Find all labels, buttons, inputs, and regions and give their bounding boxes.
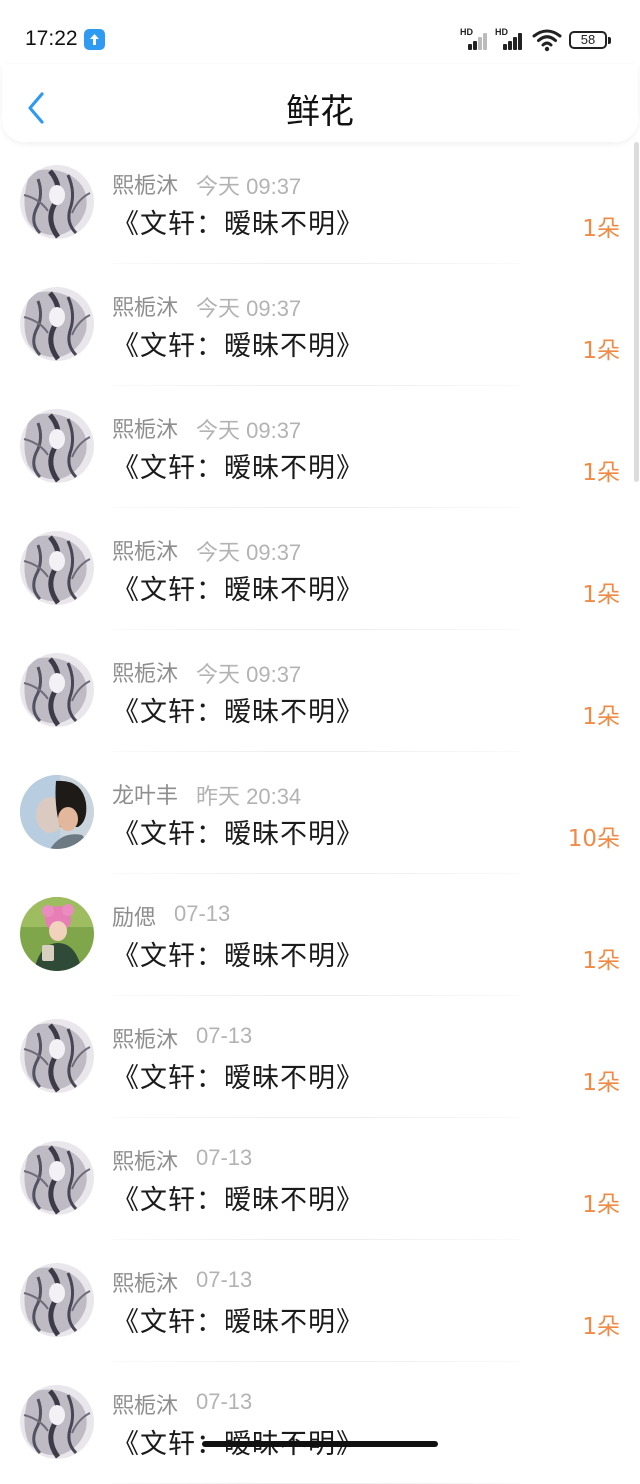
nav-bar: 鲜花 (2, 64, 638, 142)
flower-count: 1朵 (582, 338, 620, 364)
sender-name: 励偲 (112, 906, 157, 931)
flower-count: 1朵 (582, 216, 620, 242)
work-title[interactable]: 《文轩：暧昧不明》 (112, 446, 364, 485)
work-title[interactable]: 《文轩：暧昧不明》 (112, 934, 364, 973)
list-item[interactable]: 熙栀沐 07-13 《文轩：暧昧不明》 1朵 (0, 1240, 640, 1362)
sent-time: 今天 09:37 (196, 418, 302, 443)
work-title[interactable]: 《文轩：暧昧不明》 (112, 812, 364, 851)
sender-name: 熙栀沐 (112, 1272, 179, 1297)
sent-time: 今天 09:37 (196, 296, 302, 321)
list-item[interactable]: 龙叶丰 昨天 20:34 《文轩：暧昧不明》 10朵 (0, 752, 640, 874)
work-title[interactable]: 《文轩：暧昧不明》 (112, 568, 364, 607)
sender-name: 龙叶丰 (112, 784, 179, 809)
sent-time: 07-13 (196, 1389, 253, 1414)
sender-name: 熙栀沐 (112, 540, 179, 565)
signal-2-icon: HD (495, 27, 526, 50)
flower-count: 1朵 (582, 582, 620, 608)
sender-name: 熙栀沐 (112, 174, 179, 199)
sent-time: 07-13 (196, 1267, 253, 1292)
avatar[interactable] (20, 409, 94, 483)
list-item[interactable]: 熙栀沐 07-13 《文轩：暧昧不明》 1朵 (0, 996, 640, 1118)
page-title: 鲜花 (286, 92, 354, 132)
battery-level: 58 (580, 32, 596, 47)
flower-count: 1朵 (582, 704, 620, 730)
sent-time: 今天 09:37 (196, 662, 302, 687)
status-time: 17:22 (25, 27, 78, 50)
avatar[interactable] (20, 1263, 94, 1337)
work-title[interactable]: 《文轩：暧昧不明》 (112, 324, 364, 363)
avatar[interactable] (20, 1019, 94, 1093)
avatar[interactable] (20, 897, 94, 971)
avatar[interactable] (20, 531, 94, 605)
avatar[interactable] (20, 1385, 94, 1459)
sent-time: 07-13 (174, 901, 231, 926)
flower-count: 1朵 (582, 948, 620, 974)
work-title[interactable]: 《文轩：暧昧不明》 (112, 1056, 364, 1095)
battery-icon: 58 (569, 31, 607, 49)
sender-name: 熙栀沐 (112, 1394, 179, 1419)
flower-count: 10朵 (567, 826, 620, 852)
work-title[interactable]: 《文轩：暧昧不明》 (112, 202, 364, 241)
avatar[interactable] (20, 1141, 94, 1215)
sender-name: 熙栀沐 (112, 1150, 179, 1175)
list-item[interactable]: 熙栀沐 07-13 《文轩：暧昧不明》 1朵 (0, 1118, 640, 1240)
avatar[interactable] (20, 653, 94, 727)
avatar[interactable] (20, 287, 94, 361)
work-title[interactable]: 《文轩：暧昧不明》 (112, 1300, 364, 1339)
sender-name: 熙栀沐 (112, 418, 179, 443)
sent-time: 昨天 20:34 (196, 784, 302, 809)
signal-1-icon: HD (460, 27, 491, 50)
sent-time: 今天 09:37 (196, 174, 302, 199)
flower-count: 1朵 (582, 1070, 620, 1096)
flower-count: 1朵 (582, 1192, 620, 1218)
sent-time: 07-13 (196, 1145, 253, 1170)
sender-name: 熙栀沐 (112, 662, 179, 687)
list-item[interactable]: 熙栀沐 今天 09:37 《文轩：暧昧不明》 1朵 (0, 630, 640, 752)
sent-time: 07-13 (196, 1023, 253, 1048)
scrollbar[interactable] (634, 142, 639, 482)
flower-list: 熙栀沐 今天 09:37 《文轩：暧昧不明》 1朵 熙栀沐 今天 09:37 《文轩：暧昧不… (0, 142, 640, 1484)
avatar[interactable] (20, 775, 94, 849)
work-title[interactable]: 《文轩：暧昧不明》 (112, 690, 364, 729)
flower-count: 1朵 (582, 460, 620, 486)
home-indicator[interactable] (202, 1441, 438, 1447)
sender-name: 熙栀沐 (112, 296, 179, 321)
list-item[interactable]: 熙栀沐 今天 09:37 《文轩：暧昧不明》 1朵 (0, 142, 640, 264)
sender-name: 熙栀沐 (112, 1028, 179, 1053)
list-item[interactable]: 熙栀沐 今天 09:37 《文轩：暧昧不明》 1朵 (0, 386, 640, 508)
flower-count: 1朵 (582, 1314, 620, 1340)
work-title[interactable]: 《文轩：暧昧不明》 (112, 1178, 364, 1217)
list-item[interactable]: 熙栀沐 今天 09:37 《文轩：暧昧不明》 1朵 (0, 508, 640, 630)
avatar[interactable] (20, 165, 94, 239)
sent-time: 今天 09:37 (196, 540, 302, 565)
wifi-icon (532, 28, 562, 52)
list-item[interactable]: 熙栀沐07-13《文轩：暧昧不明》 (0, 1362, 640, 1484)
list-item[interactable]: 熙栀沐 今天 09:37 《文轩：暧昧不明》 1朵 (0, 264, 640, 386)
list-item[interactable]: 励偲 07-13 《文轩：暧昧不明》 1朵 (0, 874, 640, 996)
upload-arrow-icon (84, 29, 105, 50)
